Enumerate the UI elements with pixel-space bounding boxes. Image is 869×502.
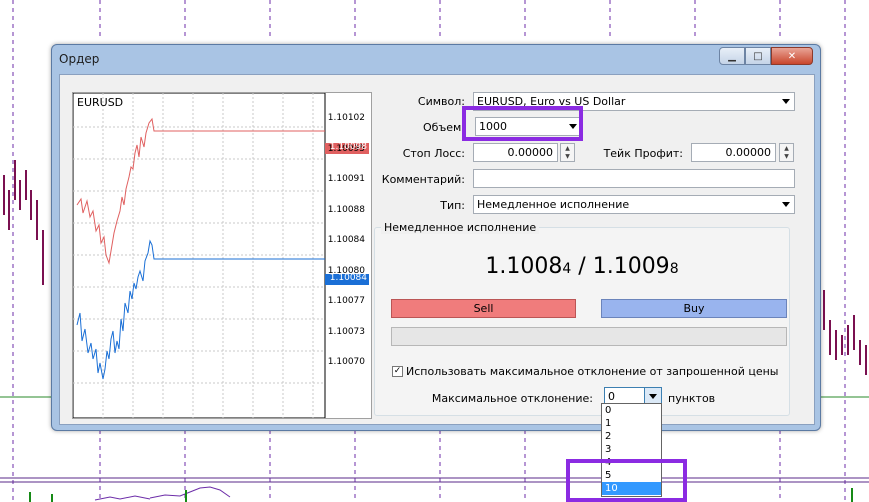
deviation-option[interactable]: 3: [602, 443, 661, 456]
comment-input[interactable]: [473, 169, 795, 188]
highlight-volume: [462, 106, 583, 141]
bid-pip: 4: [562, 261, 572, 277]
maximize-icon[interactable]: □: [745, 47, 771, 65]
quote-separator: /: [571, 254, 593, 279]
up-arrow-icon[interactable]: ▲: [561, 144, 574, 152]
tick-chart: EURUSD 1.10102 1.10095 1.10091 1.10088 1.100…: [72, 92, 372, 419]
type-select[interactable]: Немедленное исполнение: [473, 195, 795, 214]
price-tick-label: 1.10077: [327, 296, 365, 306]
takeprofit-input[interactable]: 0.00000: [691, 143, 776, 162]
ask-price-tag: 1.10098: [329, 142, 367, 152]
close-icon[interactable]: ✕: [771, 47, 813, 65]
price-tick-label: 1.10088: [327, 204, 365, 215]
highlight-deviation-option: [566, 459, 687, 502]
window-title: Ордер: [59, 52, 100, 66]
deviation-option[interactable]: 0: [602, 404, 661, 417]
deviation-units: пунктов: [668, 392, 716, 405]
bid-price: 1.1008: [485, 254, 563, 279]
price-tick-label: 1.10073: [327, 326, 365, 337]
ask-pip: 8: [669, 261, 679, 277]
stoploss-spinner[interactable]: ▲ ▼: [560, 143, 575, 162]
takeprofit-spinner[interactable]: ▲ ▼: [779, 143, 794, 162]
group-title: Немедленное исполнение: [381, 221, 540, 234]
chart-symbol: EURUSD: [77, 96, 124, 109]
window-client: EURUSD 1.10102 1.10095 1.10091 1.10088 1.100…: [59, 74, 815, 425]
type-value: Немедленное исполнение: [477, 198, 630, 211]
price-tick-label: 1.10070: [327, 357, 365, 367]
up-arrow-icon[interactable]: ▲: [780, 144, 793, 152]
deviation-value: 0: [608, 390, 615, 403]
deviation-option[interactable]: 1: [602, 417, 661, 430]
buy-button[interactable]: Buy: [601, 299, 787, 318]
price-tick-label: 1.10084: [327, 235, 365, 245]
type-label: Тип:: [440, 199, 465, 212]
deviation-label: Максимальное отклонение:: [431, 392, 593, 405]
comment-label: Комментарий:: [381, 173, 465, 186]
order-window: Ордер ▁ □ ✕ EURUSD 1.10102 1.10095 1.100…: [51, 44, 821, 431]
deviation-checkbox[interactable]: ✓: [392, 366, 403, 377]
minimize-icon[interactable]: ▁: [719, 47, 745, 65]
down-arrow-icon[interactable]: ▼: [780, 152, 793, 160]
volume-label: Объем:: [423, 121, 465, 134]
price-tick-label: 1.10102: [327, 113, 365, 123]
down-arrow-icon[interactable]: ▼: [561, 152, 574, 160]
chevron-down-icon: [782, 99, 790, 104]
chevron-down-icon: [782, 202, 790, 207]
stoploss-input[interactable]: 0.00000: [473, 143, 558, 162]
status-bar: [391, 327, 787, 346]
price-quote: 1.10084 / 1.10098: [375, 254, 789, 279]
symbol-label: Символ:: [417, 95, 465, 108]
stoploss-label: Стоп Лосс:: [402, 147, 465, 160]
chevron-down-icon: [649, 394, 657, 399]
execution-group: Немедленное исполнение 1.10084 / 1.10098…: [374, 221, 790, 416]
deviation-option[interactable]: 2: [602, 430, 661, 443]
caption-buttons: ▁ □ ✕: [719, 47, 813, 65]
takeprofit-label: Тейк Профит:: [603, 147, 683, 160]
bid-price-tag: 1.10084: [329, 273, 367, 283]
deviation-checkbox-label: Использовать максимальное отклонение от …: [406, 365, 779, 378]
ask-price: 1.1009: [592, 254, 670, 279]
sell-button[interactable]: Sell: [391, 299, 576, 318]
